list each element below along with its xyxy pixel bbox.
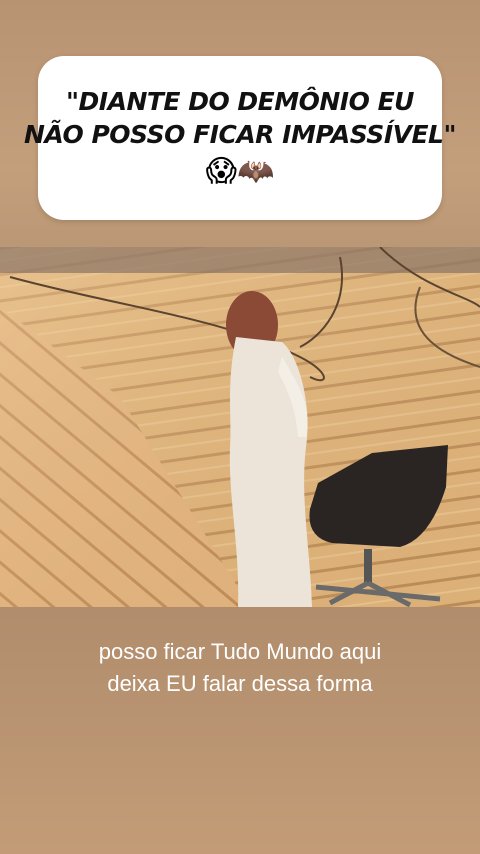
caption-card: "DIANTE DO DEMÔNIO EU NÃO POSSO FICAR IM… [24,56,457,220]
subtitle-line-1: posso ficar Tudo Mundo aqui [98,639,382,664]
scream-bat-emoji-icon: 😱🦇 [205,154,275,189]
caption-line-2: NÃO POSSO FICAR IMPASSÍVEL" [24,120,457,149]
video-frame [0,247,480,607]
video-subtitle: posso ficar Tudo Mundo aqui deixa EU fal… [0,636,480,700]
video-player[interactable] [0,247,480,607]
subtitle-line-2: deixa EU falar dessa forma [107,671,373,696]
caption-line-1: "DIANTE DO DEMÔNIO EU [66,87,414,116]
